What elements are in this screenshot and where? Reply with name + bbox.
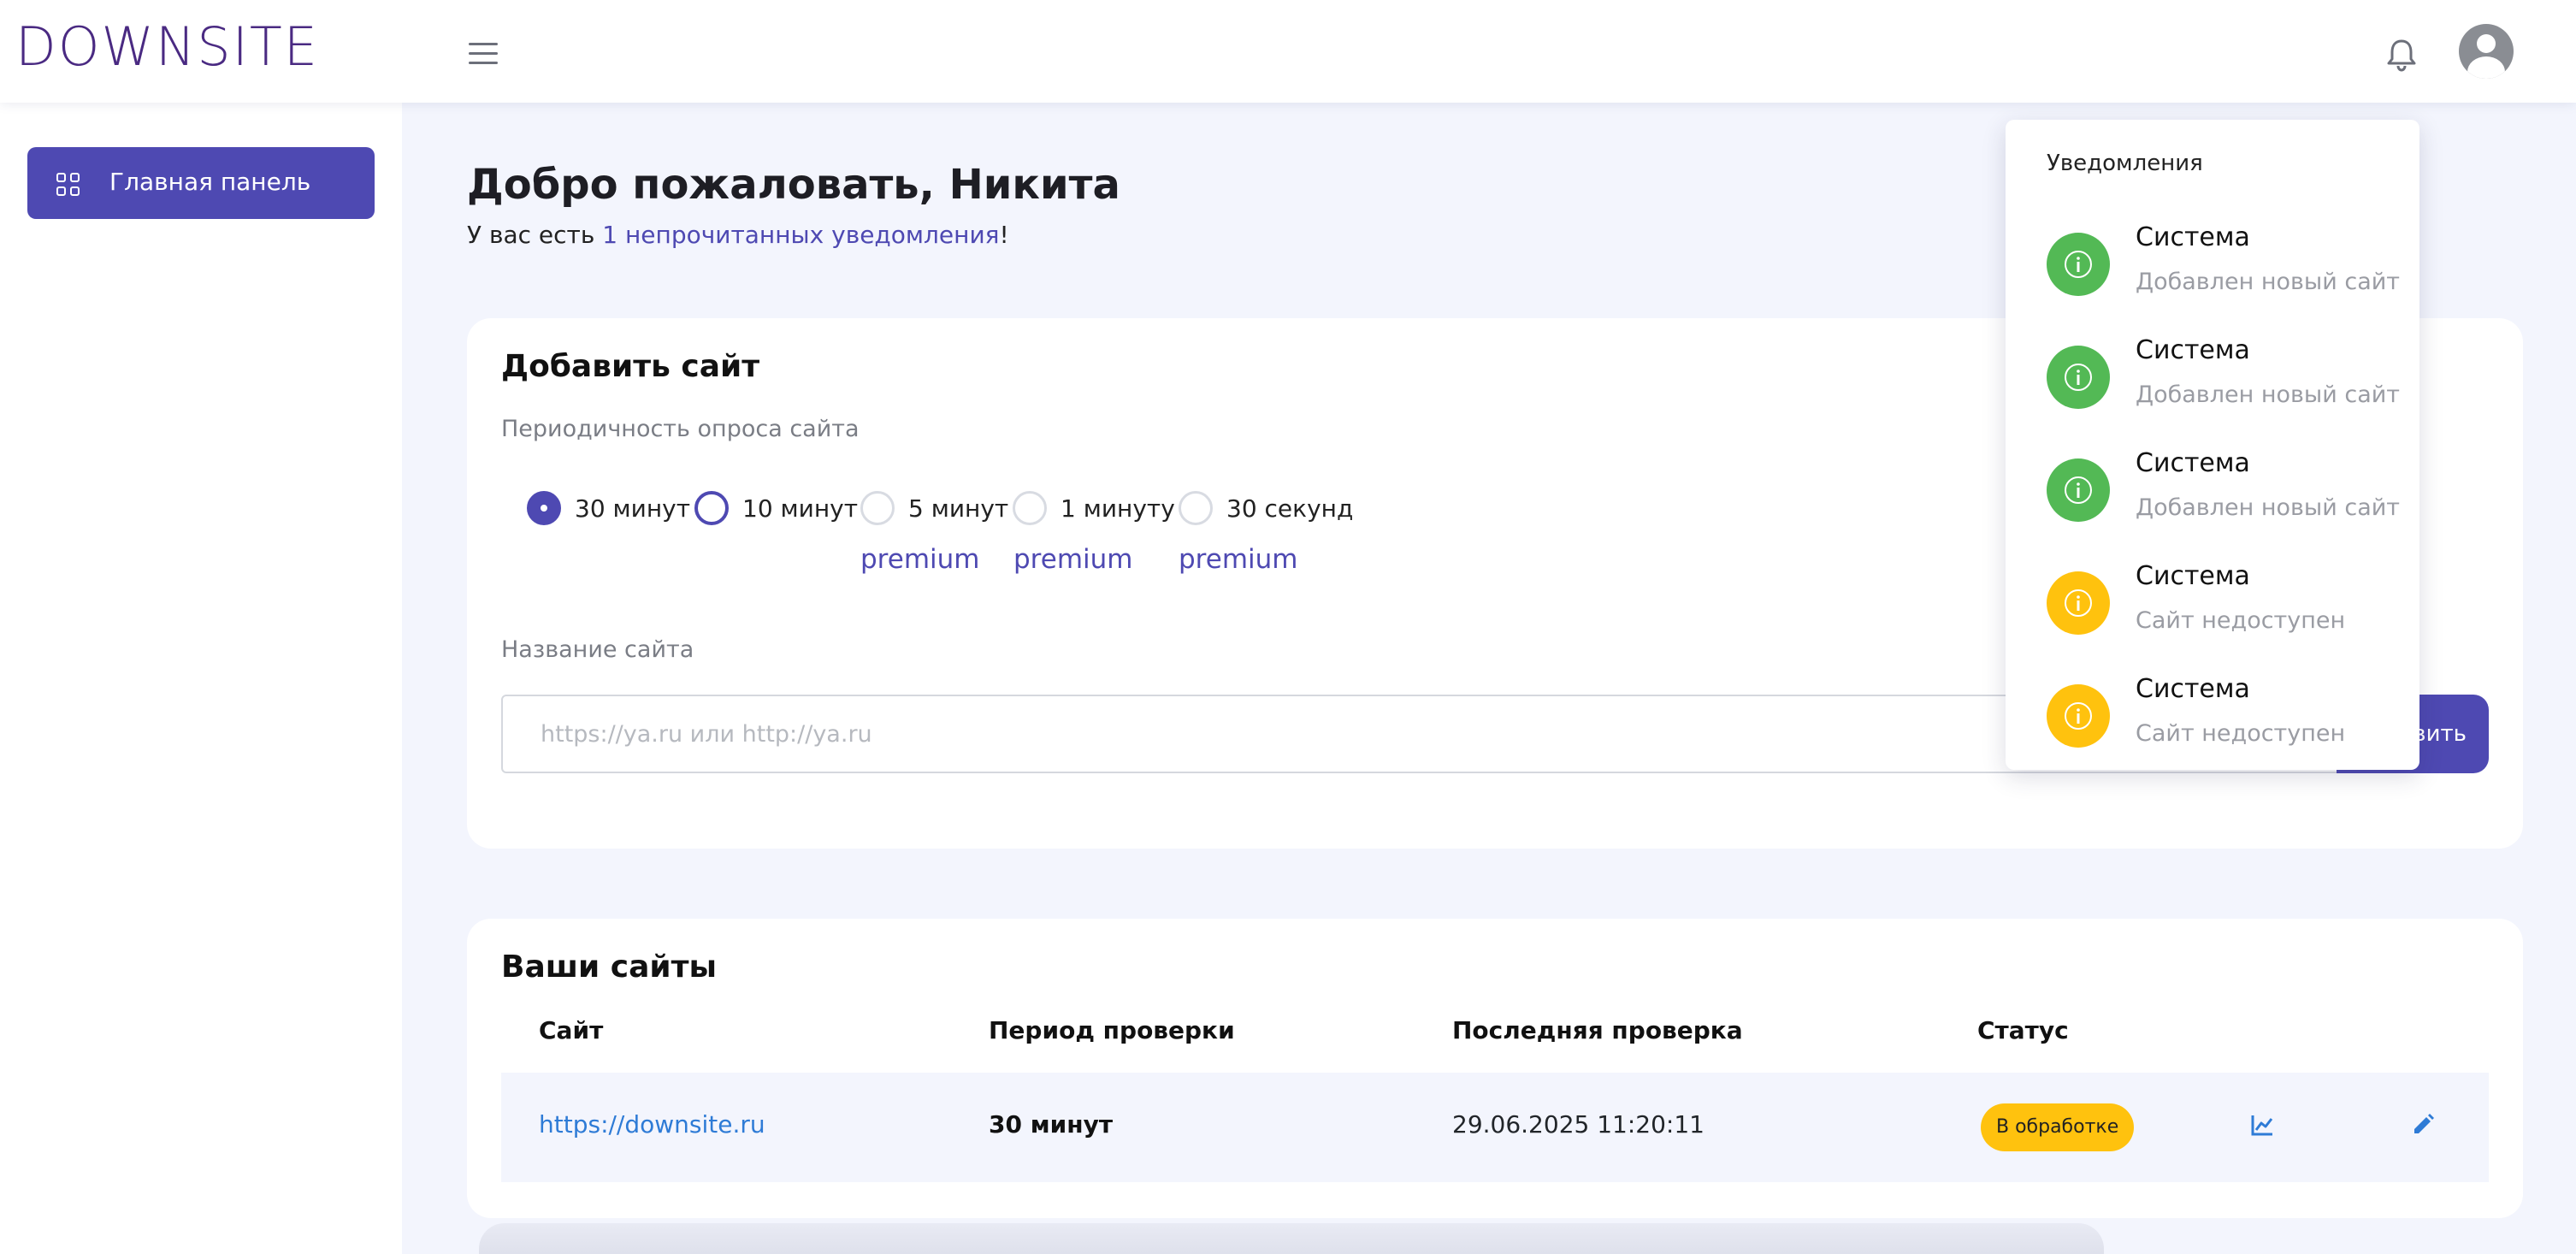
- notification-item[interactable]: Система Добавлен новый сайт: [2006, 311, 2419, 423]
- radio-checked-icon: [527, 491, 561, 525]
- radio-icon: [694, 491, 729, 525]
- info-icon: [2047, 571, 2110, 635]
- notification-title: Система: [2136, 335, 2250, 365]
- info-icon: [2047, 233, 2110, 296]
- premium-badge: premium: [1179, 544, 1298, 575]
- notification-title: Система: [2136, 448, 2250, 478]
- info-icon: [2047, 346, 2110, 409]
- radio-5-min[interactable]: 5 минут: [860, 491, 1008, 525]
- sidebar: Главная панель: [0, 103, 402, 1254]
- interval-label: Периодичность опроса сайта: [501, 416, 860, 442]
- notification-title: Система: [2136, 674, 2250, 704]
- radio-icon: [860, 491, 895, 525]
- notification-item[interactable]: Система Сайт недоступен: [2006, 537, 2419, 648]
- table-row: https://downsite.ru 30 минут 29.06.2025 …: [501, 1073, 2489, 1182]
- radio-label: 30 минут: [575, 494, 691, 523]
- radio-1-min[interactable]: 1 минуту: [1013, 491, 1175, 525]
- radio-30-sec[interactable]: 30 секунд: [1179, 491, 1353, 525]
- sidebar-item-label: Главная панель: [109, 168, 311, 196]
- radio-label: 10 минут: [742, 494, 859, 523]
- radio-icon: [1013, 491, 1047, 525]
- sites-title: Ваши сайты: [501, 949, 717, 985]
- last-check-cell: 29.06.2025 11:20:11: [1452, 1110, 1705, 1139]
- next-card-edge: [479, 1223, 2104, 1254]
- avatar-head: [2477, 34, 2496, 53]
- premium-badge: premium: [860, 544, 980, 575]
- bell-icon[interactable]: [2383, 36, 2420, 74]
- notification-item[interactable]: Система Добавлен новый сайт: [2006, 424, 2419, 535]
- notification-title: Система: [2136, 561, 2250, 591]
- notification-text: Сайт недоступен: [2136, 720, 2346, 747]
- notifications-dropdown: Уведомления Система Добавлен новый сайт …: [2006, 120, 2419, 770]
- unread-notifications-link[interactable]: 1 непрочитанных уведомления: [602, 221, 999, 249]
- radio-label: 5 минут: [908, 494, 1009, 523]
- top-bar: DOWNSITE: [0, 0, 2576, 103]
- user-avatar[interactable]: [2459, 24, 2514, 79]
- premium-badge: premium: [1013, 544, 1133, 575]
- notification-text: Добавлен новый сайт: [2136, 269, 2401, 295]
- period-cell: 30 минут: [989, 1110, 1114, 1139]
- radio-icon: [1179, 491, 1213, 525]
- radio-30-min[interactable]: 30 минут: [527, 491, 690, 525]
- radio-label: 1 минуту: [1061, 494, 1175, 523]
- column-header-site: Сайт: [539, 1016, 604, 1044]
- welcome-subtitle: У вас есть 1 непрочитанных уведомления!: [467, 221, 1009, 249]
- welcome-sub-prefix: У вас есть: [467, 221, 603, 249]
- dashboard-grid-icon: [56, 173, 80, 197]
- add-site-title: Добавить сайт: [501, 349, 760, 384]
- notification-text: Сайт недоступен: [2136, 607, 2346, 634]
- page-title: Добро пожаловать, Никита: [467, 161, 1120, 209]
- site-link[interactable]: https://downsite.ru: [539, 1110, 765, 1139]
- sites-card: Ваши сайты Сайт Период проверки Последня…: [467, 919, 2523, 1218]
- notification-text: Добавлен новый сайт: [2136, 382, 2401, 408]
- sidebar-item-dashboard[interactable]: Главная панель: [27, 147, 375, 219]
- radio-label: 30 секунд: [1226, 494, 1354, 523]
- info-icon: [2047, 458, 2110, 522]
- column-header-status: Статус: [1977, 1016, 2069, 1044]
- avatar-body: [2467, 56, 2505, 79]
- column-header-period: Период проверки: [989, 1016, 1235, 1044]
- notification-text: Добавлен новый сайт: [2136, 494, 2401, 521]
- welcome-sub-suffix: !: [999, 221, 1009, 249]
- radio-10-min[interactable]: 10 минут: [694, 491, 858, 525]
- chart-icon[interactable]: [2249, 1112, 2275, 1138]
- logo[interactable]: DOWNSITE: [15, 15, 319, 78]
- notification-item[interactable]: Система Сайт недоступен: [2006, 650, 2419, 761]
- menu-toggle-icon[interactable]: [469, 43, 498, 65]
- notifications-title: Уведомления: [2047, 151, 2203, 176]
- column-header-last-check: Последняя проверка: [1452, 1016, 1743, 1044]
- edit-pencil-icon[interactable]: [2410, 1112, 2436, 1138]
- site-name-label: Название сайта: [501, 636, 694, 663]
- notification-item[interactable]: Система Добавлен новый сайт: [2006, 198, 2419, 310]
- notification-title: Система: [2136, 222, 2250, 252]
- status-badge: В обработке: [1981, 1103, 2135, 1151]
- info-icon: [2047, 684, 2110, 748]
